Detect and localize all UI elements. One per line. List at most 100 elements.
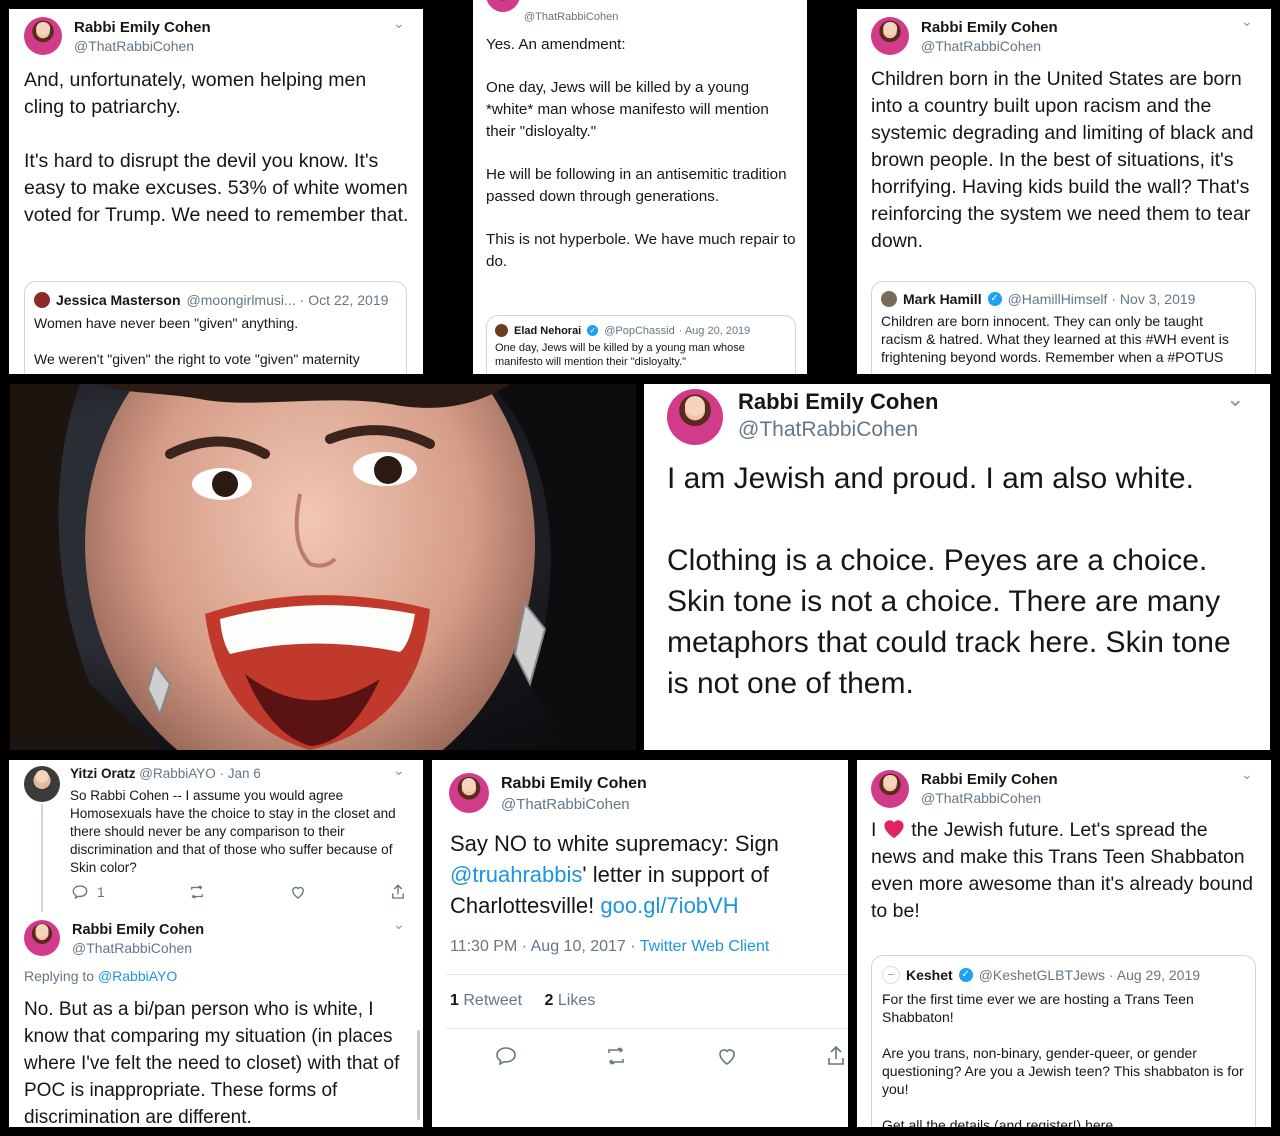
author-handle[interactable]: @ThatRabbiCohen bbox=[738, 418, 938, 442]
reply-text: So Rabbi Cohen -- I assume you would agr… bbox=[70, 788, 396, 875]
like-button[interactable] bbox=[289, 883, 307, 901]
likes-count: 2 bbox=[544, 992, 554, 1009]
avatar[interactable] bbox=[871, 770, 909, 808]
divider bbox=[446, 974, 848, 975]
tweet-meta: 11:30 PM · Aug 10, 2017 · Twitter Web Cl… bbox=[450, 938, 769, 956]
selfie-photo bbox=[10, 384, 636, 750]
chevron-down-icon[interactable]: ⌄ bbox=[1241, 766, 1253, 783]
quoted-author-handle: @moongirlmusi... bbox=[186, 292, 296, 308]
tweet-text: Children born in the United States are b… bbox=[871, 68, 1254, 252]
avatar[interactable] bbox=[24, 766, 60, 802]
tweet-header: Rabbi Emily Cohen @ThatRabbiCohen bbox=[449, 773, 647, 813]
share-button[interactable] bbox=[389, 883, 407, 901]
author-name[interactable]: Rabbi Emily Cohen bbox=[921, 771, 1058, 788]
quoted-author-name: Mark Hamill bbox=[903, 291, 982, 307]
quoted-author-handle: @PopChassid bbox=[604, 324, 675, 337]
like-button[interactable] bbox=[715, 1044, 739, 1068]
smiling-woman-photo bbox=[10, 384, 636, 750]
tweet-text: I am Jewish and proud. I am also white. … bbox=[667, 462, 1231, 700]
tweet-text: Say NO to white supremacy: Sign @truahra… bbox=[450, 828, 830, 921]
reply-author-handle[interactable]: @RabbiAYO bbox=[139, 766, 216, 781]
reply-date: · Jan 6 bbox=[219, 766, 261, 781]
chevron-down-icon[interactable]: ⌄ bbox=[393, 762, 405, 779]
author-handle[interactable]: @ThatRabbiCohen bbox=[921, 38, 1058, 54]
avatar[interactable] bbox=[24, 17, 62, 55]
likes-stat[interactable]: 2 Likes bbox=[545, 992, 596, 1009]
reply-icon bbox=[72, 885, 88, 900]
tweet-panel-4: Rabbi Emily Cohen @ThatRabbiCohen ⌄ I am… bbox=[644, 384, 1270, 750]
tweet-panel-5: Yitzi Oratz @RabbiAYO · Jan 6 ⌄ So Rabbi… bbox=[9, 760, 423, 1127]
verified-icon: ✓ bbox=[987, 292, 1002, 306]
reply-button[interactable]: 1 bbox=[71, 883, 105, 901]
engagement-stats: 1 Retweet 2 Likes bbox=[450, 992, 595, 1010]
tweet-panel-3: Rabbi Emily Cohen @ThatRabbiCohen ⌄ Chil… bbox=[857, 9, 1271, 374]
tweet-text-part: Say NO to white supremacy: Sign bbox=[450, 831, 779, 856]
quoted-author-name: Keshet bbox=[906, 967, 953, 983]
avatar[interactable] bbox=[486, 0, 520, 12]
tweet-panel-6: Rabbi Emily Cohen @ThatRabbiCohen Say NO… bbox=[432, 760, 848, 1127]
retweet-label: Retweet bbox=[463, 992, 523, 1009]
reply-actions: 1 bbox=[71, 883, 407, 901]
chevron-down-icon[interactable]: ⌄ bbox=[393, 916, 405, 933]
mention-link[interactable]: @truahrabbis bbox=[450, 862, 582, 887]
share-icon bbox=[828, 1045, 844, 1065]
author-name[interactable]: Rabbi Emily Cohen bbox=[501, 775, 647, 793]
quoted-text: Women have never been "given" anything. … bbox=[34, 315, 360, 367]
author-name[interactable]: Rabbi Emily Cohen bbox=[738, 389, 938, 415]
share-icon bbox=[392, 884, 404, 899]
share-button[interactable] bbox=[824, 1044, 848, 1068]
retweet-stat[interactable]: 1 Retweet bbox=[450, 992, 522, 1009]
quoted-tweet[interactable]: Mark Hamill ✓ @HamillHimself · Nov 3, 20… bbox=[871, 281, 1256, 374]
tweet-panel-7: Rabbi Emily Cohen @ThatRabbiCohen ⌄ I th… bbox=[857, 760, 1271, 1127]
retweet-icon bbox=[608, 1047, 625, 1065]
author-handle[interactable]: @ThatRabbiCohen bbox=[921, 790, 1058, 806]
author-name[interactable]: Rabbi Emily Cohen bbox=[921, 19, 1058, 36]
author-name[interactable]: Rabbi Emily Cohen bbox=[72, 922, 204, 938]
tweet-text: I the Jewish future. Let's spread the ne… bbox=[871, 817, 1256, 925]
avatar bbox=[495, 324, 508, 337]
timestamp[interactable]: 11:30 PM · Aug 10, 2017 · bbox=[450, 938, 640, 955]
reply-button[interactable] bbox=[494, 1044, 518, 1068]
replying-to-label: Replying to bbox=[24, 968, 98, 984]
avatar[interactable] bbox=[871, 17, 909, 55]
quoted-text: For the first time ever we are hosting a… bbox=[882, 991, 1244, 1127]
retweet-count: 1 bbox=[450, 992, 459, 1009]
quoted-tweet[interactable]: Elad Nehorai ✓ @PopChassid · Aug 20, 201… bbox=[486, 315, 796, 374]
url-link[interactable]: goo.gl/7iobVH bbox=[600, 893, 738, 918]
heart-icon bbox=[884, 820, 904, 839]
quoted-tweet[interactable]: Jessica Masterson @moongirlmusi... · Oct… bbox=[24, 281, 407, 374]
tweet-header: Rabbi Emily Cohen @ThatRabbiCohen bbox=[24, 17, 211, 55]
quoted-author-handle: @HamillHimself bbox=[1007, 291, 1108, 307]
like-icon bbox=[718, 1049, 735, 1065]
scrollbar[interactable] bbox=[417, 1030, 420, 1120]
thread-line bbox=[41, 804, 43, 912]
avatar bbox=[34, 292, 50, 308]
tweet-panel-2: @ThatRabbiCohen Yes. An amendment: One d… bbox=[473, 0, 807, 374]
reply-icon bbox=[496, 1047, 516, 1066]
reply-author-name[interactable]: Yitzi Oratz bbox=[70, 766, 136, 781]
author-handle[interactable]: @ThatRabbiCohen bbox=[524, 11, 618, 23]
avatar[interactable] bbox=[24, 920, 60, 956]
like-icon bbox=[291, 886, 304, 899]
author-name[interactable]: Rabbi Emily Cohen bbox=[74, 19, 211, 36]
avatar[interactable] bbox=[667, 389, 723, 445]
retweet-button[interactable] bbox=[187, 883, 207, 901]
quoted-date: · Aug 20, 2019 bbox=[678, 324, 751, 337]
quoted-author-handle: @KeshetGLBTJews bbox=[978, 967, 1105, 983]
chevron-down-icon[interactable]: ⌄ bbox=[1241, 13, 1253, 30]
quoted-date: · Oct 22, 2019 bbox=[299, 292, 389, 308]
client-link[interactable]: Twitter Web Client bbox=[640, 938, 770, 955]
quoted-tweet[interactable]: — Keshet ✓ @KeshetGLBTJews · Aug 29, 201… bbox=[871, 955, 1256, 1127]
avatar bbox=[881, 291, 897, 307]
tweet-text-part: I bbox=[871, 819, 882, 841]
avatar[interactable] bbox=[449, 773, 489, 813]
author-handle[interactable]: @ThatRabbiCohen bbox=[74, 38, 211, 54]
chevron-down-icon[interactable]: ⌄ bbox=[1226, 386, 1244, 412]
chevron-down-icon[interactable]: ⌄ bbox=[393, 15, 405, 32]
replying-to-mention[interactable]: @RabbiAYO bbox=[98, 968, 177, 984]
author-handle[interactable]: @ThatRabbiCohen bbox=[72, 940, 204, 956]
author-handle[interactable]: @ThatRabbiCohen bbox=[501, 796, 647, 813]
retweet-button[interactable] bbox=[603, 1044, 629, 1068]
verified-icon: ✓ bbox=[958, 968, 973, 982]
reply-count: 1 bbox=[97, 884, 105, 900]
